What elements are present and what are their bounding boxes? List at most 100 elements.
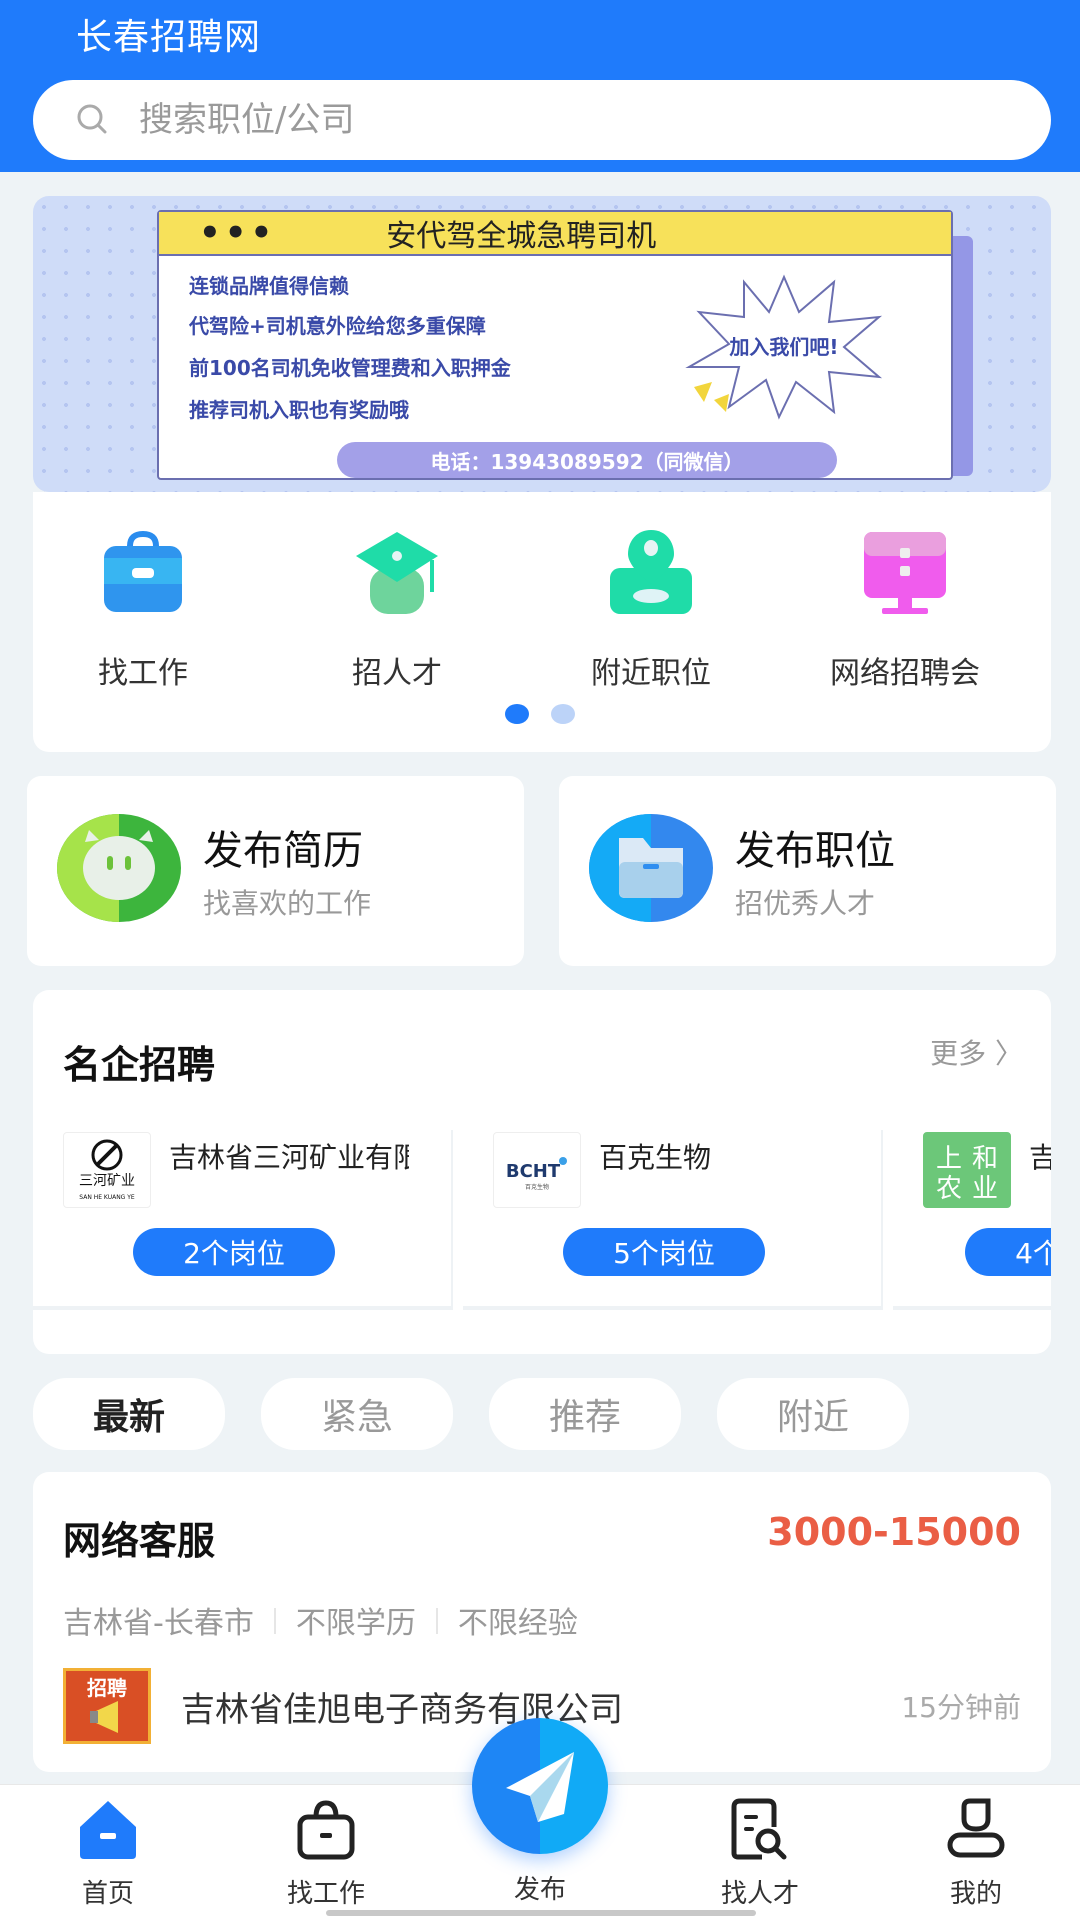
company-card[interactable]: 三河矿业 SAN HE KUANG YE 吉林省三河矿业有限公司 2个岗位 bbox=[33, 1130, 453, 1310]
job-education: 不限学历 bbox=[295, 1606, 416, 1641]
nav-label: 我的 bbox=[949, 1879, 1002, 1909]
quick-recruit[interactable]: 招人才 bbox=[287, 528, 507, 692]
company-card[interactable]: BCHT 百克生物 百克生物 5个岗位 bbox=[463, 1130, 883, 1310]
chevron-right-icon: 〉 bbox=[994, 1037, 1023, 1070]
home-icon bbox=[80, 1801, 136, 1859]
banner-card: ••• 安代驾全城急聘司机 连锁品牌值得信赖 代驾险+司机意外险给您多重保障 前… bbox=[157, 210, 953, 480]
quick-actions: 找工作 招人才 附近职位 网络招聘会 bbox=[33, 492, 1051, 752]
nav-label: 找人才 bbox=[720, 1879, 799, 1909]
nav-find-job[interactable]: 找工作 bbox=[256, 1797, 396, 1910]
paper-plane-icon bbox=[506, 1752, 574, 1822]
famous-companies-section: 名企招聘 更多 〉 三河矿业 SAN HE KUANG YE 吉林省三河矿业有限公… bbox=[33, 990, 1051, 1354]
banner-line: 连锁品牌值得信赖 bbox=[189, 274, 349, 298]
resume-search-icon bbox=[731, 1798, 787, 1860]
search-bar[interactable] bbox=[33, 80, 1051, 160]
tab-nearby[interactable]: 附近 bbox=[717, 1378, 909, 1450]
section-title: 名企招聘 bbox=[63, 1043, 216, 1087]
quick-nearby[interactable]: 附近职位 bbox=[541, 528, 761, 692]
svg-text:和: 和 bbox=[972, 1144, 998, 1174]
banner-headline: 安代驾全城急聘司机 bbox=[386, 219, 657, 254]
company-name: 百克生物 bbox=[599, 1141, 712, 1174]
promo-banner[interactable]: ••• 安代驾全城急聘司机 连锁品牌值得信赖 代驾险+司机意外险给您多重保障 前… bbox=[33, 196, 1051, 492]
nav-label: 发布 bbox=[513, 1875, 566, 1905]
nav-mine[interactable]: 我的 bbox=[906, 1797, 1046, 1910]
user-icon bbox=[947, 1798, 1005, 1858]
job-title: 网络客服 bbox=[63, 1519, 216, 1563]
job-salary: 3000-15000 bbox=[767, 1510, 1021, 1554]
job-location: 吉林省-长春市 bbox=[63, 1606, 254, 1641]
banner-header: ••• 安代驾全城急聘司机 bbox=[159, 212, 951, 256]
logo-caption: BCHT bbox=[506, 1161, 561, 1182]
positions-button[interactable]: 5个岗位 bbox=[563, 1228, 765, 1276]
burst-text: 加入我们吧! bbox=[728, 335, 838, 359]
nav-find-talent[interactable]: 找人才 bbox=[690, 1797, 830, 1910]
home-indicator[interactable] bbox=[326, 1910, 756, 1916]
briefcase-icon bbox=[104, 530, 182, 612]
more-label: 更多 bbox=[930, 1037, 987, 1070]
company-logo: BCHT 百克生物 bbox=[493, 1132, 581, 1208]
tab-latest[interactable]: 最新 bbox=[33, 1378, 225, 1450]
job-meta: 吉林省-长春市 不限学历 不限经验 bbox=[63, 1598, 578, 1642]
publish-resume-card[interactable]: 发布简历 找喜欢的工作 bbox=[27, 776, 524, 966]
publish-job-card[interactable]: 发布职位 招优秀人才 bbox=[559, 776, 1056, 966]
quick-online-fair[interactable]: 网络招聘会 bbox=[795, 528, 1015, 692]
resume-mascot-icon bbox=[57, 814, 181, 922]
nav-home[interactable]: 首页 bbox=[38, 1797, 178, 1910]
top-header: 长春招聘网 bbox=[0, 0, 1080, 172]
folder-icon bbox=[589, 814, 713, 922]
burst-badge: 加入我们吧! bbox=[685, 274, 883, 420]
quick-label: 网络招聘会 bbox=[830, 656, 980, 691]
tab-urgent[interactable]: 紧急 bbox=[261, 1378, 453, 1450]
svg-text:三河矿业: 三河矿业 bbox=[79, 1173, 135, 1189]
company-logo: 三河矿业 SAN HE KUANG YE bbox=[63, 1132, 151, 1208]
monitor-icon bbox=[864, 532, 946, 614]
company-name: 吉林省三河矿业有限公司 bbox=[169, 1141, 409, 1174]
banner-line: 推荐司机入职也有奖励哦 bbox=[189, 398, 409, 422]
location-person-icon bbox=[610, 530, 692, 614]
publish-subtitle: 找喜欢的工作 bbox=[203, 887, 372, 920]
publish-subtitle: 招优秀人才 bbox=[735, 887, 876, 920]
svg-text:上: 上 bbox=[936, 1144, 962, 1174]
filter-tabs: 最新 紧急 推荐 附近 bbox=[33, 1378, 909, 1450]
nav-label: 首页 bbox=[81, 1879, 134, 1909]
graduation-cap-icon bbox=[356, 532, 438, 614]
quick-label: 招人才 bbox=[352, 656, 442, 691]
divider bbox=[435, 1608, 438, 1634]
positions-button[interactable]: 4个岗位 bbox=[965, 1228, 1051, 1276]
posted-time: 15分钟前 bbox=[901, 1691, 1021, 1724]
svg-text:农: 农 bbox=[936, 1174, 962, 1204]
banner-line: 前100名司机免收管理费和入职押金 bbox=[189, 356, 511, 380]
carousel-pager bbox=[505, 704, 575, 724]
company-logo: 招聘 bbox=[63, 1668, 151, 1744]
company-name: 吉 bbox=[1029, 1141, 1051, 1174]
search-icon bbox=[77, 104, 107, 134]
megaphone-icon: 招聘 bbox=[87, 1676, 127, 1733]
logo-caption: SAN HE KUANG YE bbox=[79, 1194, 135, 1201]
banner-phone: 电话：13943089592（同微信） bbox=[337, 442, 837, 478]
publish-fab[interactable] bbox=[472, 1718, 608, 1854]
logo-caption: 招聘 bbox=[87, 1676, 127, 1700]
bcht-logo-icon: BCHT百克生物 bbox=[506, 1157, 567, 1191]
banner-dots: ••• bbox=[199, 213, 277, 253]
more-link[interactable]: 更多 〉 bbox=[930, 1032, 1023, 1072]
company-card[interactable]: 上和农业 吉 4个岗位 bbox=[893, 1130, 1051, 1310]
quick-find-job[interactable]: 找工作 bbox=[33, 528, 253, 692]
pager-dot-active[interactable] bbox=[505, 704, 529, 724]
search-input[interactable] bbox=[139, 100, 839, 140]
quick-label: 找工作 bbox=[98, 656, 188, 691]
job-experience: 不限经验 bbox=[457, 1606, 578, 1641]
publish-title: 发布简历 bbox=[203, 828, 363, 874]
bag-icon bbox=[297, 1800, 355, 1860]
company-logo: 上和农业 bbox=[923, 1132, 1011, 1208]
svg-text:百克生物: 百克生物 bbox=[525, 1183, 549, 1191]
divider bbox=[273, 1608, 276, 1634]
sanhe-logo-icon: 三河矿业 SAN HE KUANG YE bbox=[79, 1139, 135, 1201]
publish-title: 发布职位 bbox=[735, 828, 895, 874]
quick-label: 附近职位 bbox=[591, 656, 711, 691]
tab-recommended[interactable]: 推荐 bbox=[489, 1378, 681, 1450]
pager-dot[interactable] bbox=[551, 704, 575, 724]
nav-label: 找工作 bbox=[286, 1879, 365, 1909]
banner-line: 代驾险+司机意外险给您多重保障 bbox=[189, 314, 486, 338]
positions-button[interactable]: 2个岗位 bbox=[133, 1228, 335, 1276]
app-title: 长春招聘网 bbox=[76, 17, 262, 58]
